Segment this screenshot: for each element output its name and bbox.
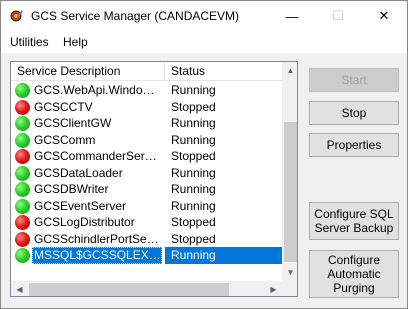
list-item[interactable]: GCSDBWriter Running — [11, 181, 282, 198]
service-description: GCSComm — [34, 132, 96, 147]
list-rows: GCS.WebApi.WindowsS... Running GCSCCTV Stop… — [11, 82, 282, 264]
list-item[interactable]: MSSQL$GCSSQLEXPR... Running — [11, 247, 282, 264]
service-description: MSSQL$GCSSQLEXPR... — [32, 247, 162, 264]
menu-help[interactable]: Help — [63, 35, 88, 49]
title-bar[interactable]: GCS Service Manager (CANDACEVM) — ☐ ✕ — [1, 1, 407, 31]
service-manager-window: GCS Service Manager (CANDACEVM) — ☐ ✕ Ut… — [0, 0, 408, 309]
list-item[interactable]: GCSCCTV Stopped — [11, 99, 282, 116]
horizontal-scrollbar[interactable]: ◀ ▶ — [11, 281, 282, 296]
service-status: Running — [165, 247, 282, 264]
service-description: GCS.WebApi.WindowsS... — [34, 83, 162, 97]
stopped-status-icon — [15, 231, 30, 247]
configure-purging-label: Configure Automatic Purging — [327, 253, 380, 295]
scroll-left-icon[interactable]: ◀ — [11, 281, 28, 296]
stopped-status-icon — [15, 149, 30, 164]
scroll-corner — [282, 281, 297, 296]
close-button[interactable]: ✕ — [361, 1, 407, 31]
scroll-down-icon[interactable]: ▼ — [282, 264, 297, 281]
column-header-description[interactable]: Service Description — [11, 62, 165, 81]
menu-utilities[interactable]: Utilities — [10, 35, 49, 49]
running-status-icon — [15, 83, 30, 98]
menu-bar: Utilities Help — [1, 31, 407, 53]
start-button[interactable]: Start — [309, 68, 399, 92]
minimize-button[interactable]: — — [269, 1, 315, 31]
running-status-icon — [15, 165, 30, 181]
service-status: Running — [171, 198, 216, 213]
list-header: Service Description Status — [11, 62, 282, 81]
configure-purging-line3: Purging — [333, 281, 375, 295]
stopped-status-icon — [15, 99, 30, 115]
running-status-icon — [15, 248, 30, 263]
list-item[interactable]: GCSClientGW Running — [11, 115, 282, 132]
service-status: Running — [171, 165, 216, 180]
service-status: Stopped — [171, 99, 216, 114]
list-item[interactable]: GCSComm Running — [11, 132, 282, 149]
column-header-status[interactable]: Status — [165, 62, 282, 81]
service-status: Stopped — [171, 149, 216, 163]
configure-purging-button[interactable]: Configure Automatic Purging — [309, 250, 399, 298]
service-description: GCSCCTV — [34, 99, 93, 114]
list-item[interactable]: GCSSchindlerPortService Stopped — [11, 231, 282, 248]
hscroll-thumb[interactable] — [29, 283, 229, 296]
scroll-up-icon[interactable]: ▲ — [282, 62, 297, 79]
running-status-icon — [15, 182, 30, 197]
service-description: GCSDataLoader — [34, 165, 123, 180]
configure-purging-line1: Configure — [327, 253, 380, 267]
gear-wrench-icon — [9, 8, 25, 24]
services-list[interactable]: Service Description Status GCS.WebApi.Wi… — [10, 61, 298, 297]
running-status-icon — [15, 198, 30, 214]
service-status: Stopped — [171, 231, 216, 246]
list-item[interactable]: GCSCommanderService Stopped — [11, 148, 282, 165]
properties-button[interactable]: Properties — [309, 133, 399, 157]
configure-purging-line2: Automatic — [327, 267, 381, 281]
scroll-right-icon[interactable]: ▶ — [265, 281, 282, 296]
service-status: Running — [171, 132, 216, 147]
configure-sql-backup-button[interactable]: Configure SQL Server Backup — [309, 202, 399, 240]
service-description: GCSSchindlerPortService — [34, 231, 162, 246]
running-status-icon — [15, 132, 30, 148]
service-description: GCSDBWriter — [34, 182, 109, 196]
vertical-scrollbar[interactable]: ▲ ▼ — [282, 62, 297, 281]
list-item[interactable]: GCS.WebApi.WindowsS... Running — [11, 82, 282, 99]
stop-button[interactable]: Stop — [309, 101, 399, 125]
list-item[interactable]: GCSEventServer Running — [11, 198, 282, 215]
service-description: GCSLogDistributor — [34, 215, 135, 229]
service-description: GCSEventServer — [34, 198, 127, 213]
maximize-button: ☐ — [332, 8, 344, 23]
service-description: GCSCommanderService — [34, 149, 162, 163]
service-status: Running — [171, 83, 216, 97]
running-status-icon — [15, 116, 30, 131]
configure-sql-label: Configure SQL Server Backup — [314, 207, 393, 235]
window-title: GCS Service Manager (CANDACEVM) — [31, 9, 240, 23]
configure-sql-line2: Server Backup — [314, 221, 394, 235]
scroll-thumb[interactable] — [284, 122, 297, 262]
service-description: GCSClientGW — [34, 116, 112, 130]
service-status: Running — [171, 182, 216, 196]
list-item[interactable]: GCSLogDistributor Stopped — [11, 214, 282, 231]
service-status: Running — [171, 116, 216, 130]
stopped-status-icon — [15, 215, 30, 230]
list-item[interactable]: GCSDataLoader Running — [11, 165, 282, 182]
service-status: Stopped — [171, 215, 216, 229]
configure-sql-line1: Configure SQL — [314, 207, 394, 221]
